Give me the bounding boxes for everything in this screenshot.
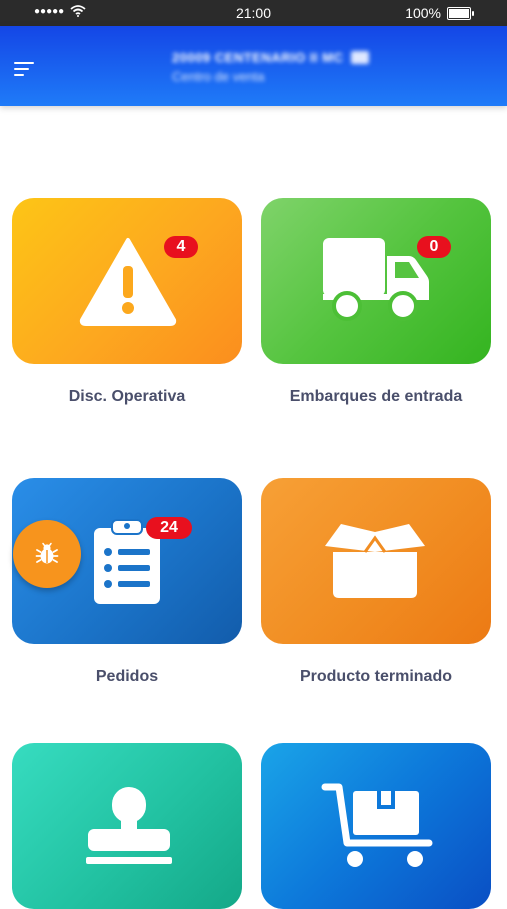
tile-carrito[interactable] (261, 743, 491, 909)
bug-icon (35, 542, 59, 564)
store-icon (351, 51, 370, 64)
tile-disc-operativa[interactable]: 4 (12, 198, 242, 364)
cart-icon (321, 783, 433, 867)
tile-disc-operativa-label: Disc. Operativa (68, 388, 186, 405)
tile-producto-terminado[interactable] (261, 478, 491, 644)
app-bar: 20009 CENTENARIO II MC Centro de venta (0, 26, 507, 106)
battery-icon (447, 6, 474, 20)
header-title-block: 20009 CENTENARIO II MC Centro de venta (172, 50, 370, 84)
store-name: 20009 CENTENARIO II MC (172, 50, 344, 65)
bug-report-button[interactable] (13, 520, 81, 588)
box-icon (325, 524, 425, 598)
tile-embarques-entrada[interactable]: 0 (261, 198, 491, 364)
warning-icon (79, 238, 177, 326)
tile-pedidos-label: Pedidos (95, 668, 159, 685)
disc-operativa-count: 4 (164, 236, 198, 258)
menu-icon[interactable] (14, 62, 36, 78)
status-bar: ●●●●● 21:00 100% (0, 0, 507, 26)
battery-percent: 100% (405, 5, 441, 21)
tile-sellado[interactable] (12, 743, 242, 909)
tile-embarques-entrada-label: Embarques de entrada (289, 388, 463, 405)
embarques-count: 0 (417, 236, 451, 258)
store-subtitle: Centro de venta (172, 69, 265, 84)
truck-icon (323, 238, 429, 321)
tile-producto-terminado-label: Producto terminado (299, 668, 452, 685)
stamp-icon (86, 787, 172, 864)
pedidos-count: 24 (146, 517, 192, 539)
